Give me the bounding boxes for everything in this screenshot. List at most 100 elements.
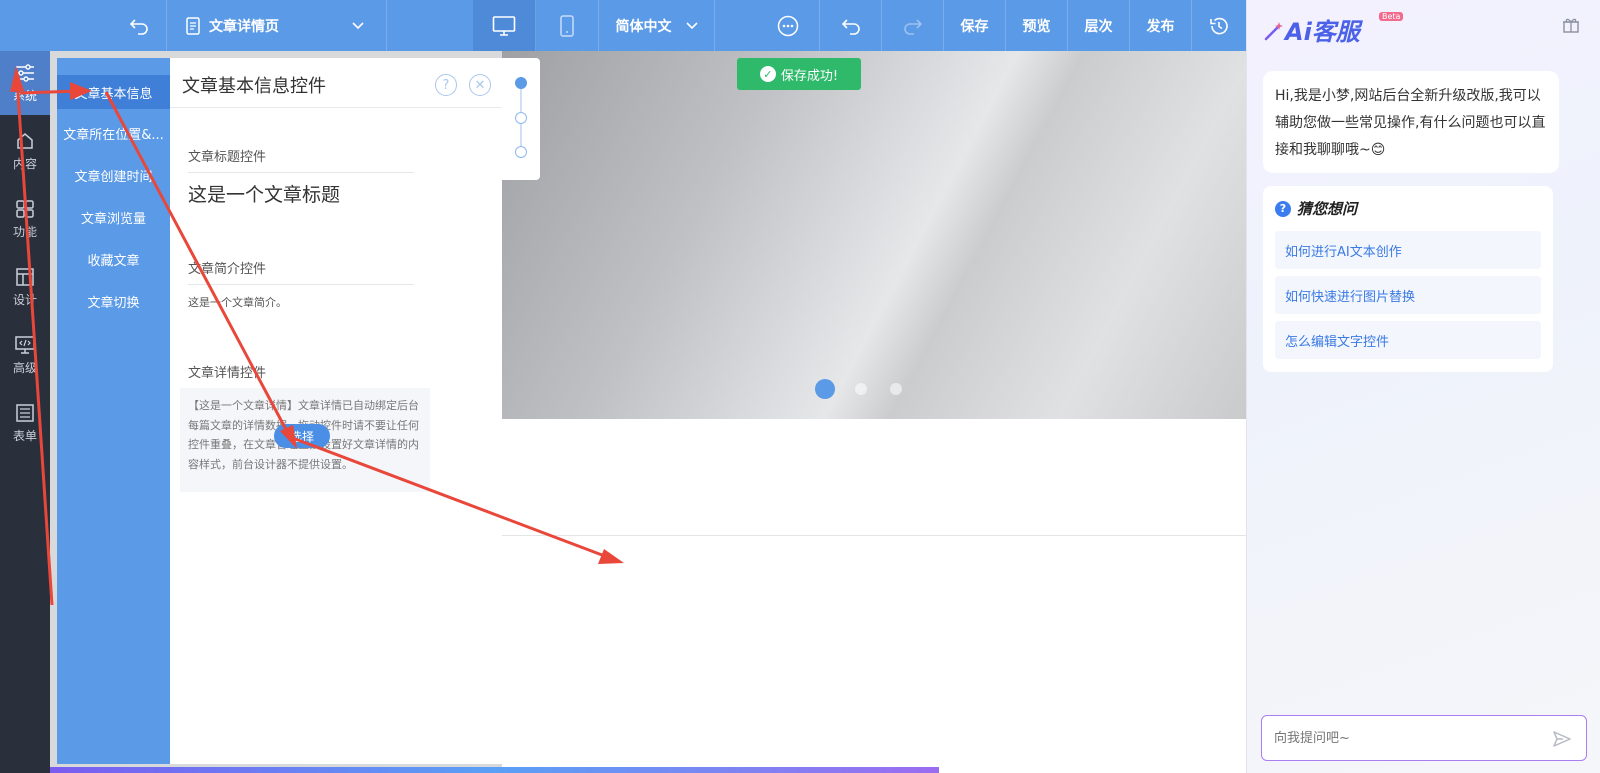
section-line [188, 284, 414, 285]
check-icon: ✓ [759, 66, 776, 82]
ai-logo: Ai客服 [1263, 12, 1360, 47]
ask-box [1261, 715, 1587, 761]
grid-icon [16, 199, 34, 218]
layers-label: 层次 [1084, 18, 1113, 35]
chevron-down-icon [352, 21, 364, 29]
suggested-title-text: 猜您想问 [1297, 200, 1358, 218]
sub-item-basic-info[interactable]: 文章基本信息 [57, 75, 170, 109]
preview-button[interactable]: 预览 [1006, 0, 1068, 51]
left-rail: 系统 内容 功能 设计 高级 表单 [0, 51, 50, 773]
save-label: 保存 [960, 18, 989, 35]
rail-item-system[interactable]: 系统 [0, 51, 50, 115]
save-button[interactable]: 保存 [944, 0, 1006, 51]
preview-label: 预览 [1022, 18, 1051, 35]
rail-item-function[interactable]: 功能 [0, 187, 50, 251]
suggested-question[interactable]: 如何进行AI文本创作 [1275, 231, 1541, 269]
mobile-view-button[interactable] [536, 0, 599, 51]
beta-badge: Beta [1379, 12, 1404, 21]
rail-item-advanced[interactable]: 高级 [0, 323, 50, 387]
sparkle-icon [1264, 22, 1283, 41]
question-icon: ? [1275, 200, 1291, 217]
detail-control-label: 文章详情控件 [188, 366, 267, 381]
select-button[interactable]: 选择 [274, 424, 330, 448]
suggested-question[interactable]: 如何快速进行图片替换 [1275, 276, 1541, 314]
sub-item-switch[interactable]: 文章切换 [57, 284, 170, 318]
rail-label: 功能 [12, 224, 37, 239]
undo-back-icon [129, 18, 148, 35]
summary-control-label: 文章简介控件 [188, 262, 267, 277]
suggested-question[interactable]: 怎么编辑文字控件 [1275, 321, 1541, 359]
slider-knob[interactable] [515, 112, 527, 124]
carousel-dot[interactable] [855, 383, 867, 395]
section-line [188, 172, 414, 173]
control-panel: 文章基本信息控件 ? ✕ 文章标题控件 这是一个文章标题 文章简介控件 这是一个… [170, 58, 502, 764]
slider-knob-active[interactable] [515, 77, 527, 89]
rail-item-content[interactable]: 内容 [0, 119, 50, 183]
sub-item-views[interactable]: 文章浏览量 [57, 200, 170, 234]
rail-label: 高级 [12, 360, 37, 375]
history-icon [1210, 17, 1228, 34]
article-summary[interactable]: 这是一个文章简介。 [188, 294, 287, 310]
page-icon [186, 16, 200, 35]
rail-label: 表单 [12, 428, 37, 443]
sub-item-location[interactable]: 文章所在位置&... [57, 116, 170, 150]
page-selector[interactable]: 文章详情页 [167, 0, 387, 51]
sub-item-created-time[interactable]: 文章创建时间 [57, 158, 170, 192]
sliders-icon [16, 63, 34, 82]
ai-logo-text: Ai客服 [1285, 18, 1360, 46]
back-button[interactable] [112, 0, 167, 51]
send-icon[interactable] [1552, 729, 1572, 749]
more-button[interactable] [757, 0, 820, 51]
article-title[interactable]: 这是一个文章标题 [188, 180, 340, 207]
toast-text: 保存成功! [780, 68, 839, 84]
suggested-title: ? 猜您想问 [1275, 198, 1357, 219]
title-control-label: 文章标题控件 [188, 150, 267, 165]
form-icon [16, 403, 34, 422]
loading-progress-bar [50, 767, 939, 773]
desktop-icon [492, 15, 516, 36]
chevron-down-icon [685, 21, 698, 29]
history-button[interactable] [1192, 0, 1246, 51]
language-label: 简体中文 [615, 18, 672, 35]
panel-title: 文章基本信息控件 [182, 76, 326, 97]
undo-button[interactable] [820, 0, 882, 51]
publish-button[interactable]: 发布 [1130, 0, 1192, 51]
panel-divider [170, 107, 502, 108]
banner-carousel[interactable] [502, 51, 1246, 419]
mobile-icon [560, 14, 574, 37]
page-name: 文章详情页 [209, 18, 279, 35]
sub-item-favorite[interactable]: 收藏文章 [57, 242, 170, 276]
ai-greeting: Hi,我是小梦,网站后台全新升级改版,我可以辅助您做一些常见操作,有什么问题也可… [1263, 71, 1559, 173]
sub-menu: 文章基本信息 文章所在位置&... 文章创建时间 文章浏览量 收藏文章 文章切换 [57, 58, 170, 764]
save-success-toast: ✓ 保存成功! [737, 58, 861, 90]
more-icon [777, 15, 799, 36]
zoom-slider[interactable] [502, 58, 540, 180]
content-divider [502, 535, 1246, 536]
undo-icon [841, 18, 860, 35]
redo-button[interactable] [882, 0, 944, 51]
publish-label: 发布 [1146, 18, 1175, 35]
code-monitor-icon [15, 335, 35, 354]
rail-label: 设计 [12, 292, 37, 307]
carousel-dot[interactable] [890, 383, 902, 395]
gift-icon[interactable] [1562, 16, 1580, 38]
layout-icon [16, 267, 34, 286]
desktop-view-button[interactable] [473, 0, 536, 51]
ask-input[interactable] [1274, 728, 1544, 748]
layers-button[interactable]: 层次 [1068, 0, 1130, 51]
redo-icon [903, 18, 922, 35]
top-toolbar: 文章详情页 简体中文 保存 预览 层次 发布 [0, 0, 1246, 51]
rail-item-design[interactable]: 设计 [0, 255, 50, 319]
rail-label: 内容 [12, 156, 37, 171]
page-content-area [502, 419, 1246, 773]
carousel-dot-active[interactable] [815, 379, 835, 399]
close-icon[interactable]: ✕ [469, 74, 491, 96]
rail-item-form[interactable]: 表单 [0, 391, 50, 455]
help-icon[interactable]: ? [435, 74, 457, 96]
home-icon [17, 132, 33, 149]
slider-knob[interactable] [515, 146, 527, 158]
ai-assistant-panel: Ai客服 Beta Hi,我是小梦,网站后台全新升级改版,我可以辅助您做一些常见… [1246, 0, 1600, 773]
language-selector[interactable]: 简体中文 [599, 0, 715, 51]
suggested-questions: ? 猜您想问 如何进行AI文本创作 如何快速进行图片替换 怎么编辑文字控件 [1263, 186, 1553, 372]
rail-label: 系统 [12, 88, 37, 103]
